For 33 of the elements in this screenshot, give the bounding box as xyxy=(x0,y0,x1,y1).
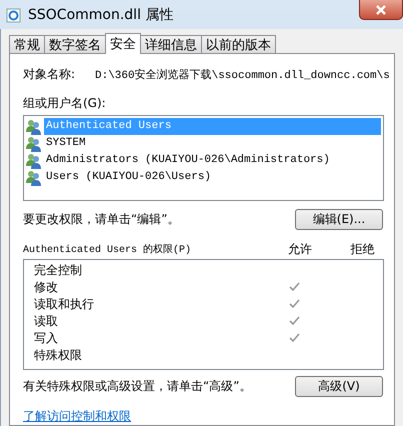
permission-name: 读取和执行 xyxy=(34,296,95,313)
user-group-icon xyxy=(26,136,42,152)
tab[interactable]: 以前的版本 xyxy=(201,35,276,54)
deny-heading: 拒绝 xyxy=(350,240,376,258)
tab[interactable]: 数字签名 xyxy=(44,35,106,54)
tab[interactable]: 常规 xyxy=(9,35,45,54)
advanced-hint: 有关特殊权限或高级设置，请单击“高级”。 xyxy=(23,378,252,395)
group-list-label: 组或用户名(G): xyxy=(23,95,107,112)
permission-name: 读取 xyxy=(34,312,59,330)
user-group-icon xyxy=(26,170,42,186)
user-group-icon xyxy=(26,152,42,168)
edit-hint: 要更改权限，请单击“编辑”。 xyxy=(23,210,180,228)
tab[interactable]: 详细信息 xyxy=(140,35,202,54)
user-list-item[interactable]: Administrators (KUAIYOU-026\Administrators) xyxy=(44,152,381,169)
close-icon xyxy=(375,4,387,14)
permissions-title: Authenticated Users 的权限(P) xyxy=(23,242,192,256)
user-list-item[interactable]: Users (KUAIYOU-026\Users) xyxy=(44,169,381,186)
edit-button[interactable]: 编辑(E)... xyxy=(295,208,383,230)
allow-heading: 允许 xyxy=(286,240,313,258)
object-name-label: 对象名称: xyxy=(23,66,76,83)
permission-name: 写入 xyxy=(34,330,59,347)
permission-name: 完全控制 xyxy=(34,262,83,279)
permission-name: 修改 xyxy=(34,278,59,296)
window-title: SSOCommon.dll 属性 xyxy=(28,6,174,24)
user-group-icon xyxy=(26,118,42,134)
help-link[interactable]: 了解访问控制和权限 xyxy=(23,408,131,425)
user-list-item[interactable]: SYSTEM xyxy=(44,135,381,152)
close-button[interactable] xyxy=(359,0,403,20)
permission-name: 特殊权限 xyxy=(34,346,83,364)
advanced-button[interactable]: 高级(V) xyxy=(295,376,383,397)
app-icon xyxy=(6,6,22,22)
object-name-value: D:\360安全浏览器下载\ssocommon.dll_downcc.com\s xyxy=(95,68,390,82)
tab[interactable]: 安全 xyxy=(105,33,141,54)
